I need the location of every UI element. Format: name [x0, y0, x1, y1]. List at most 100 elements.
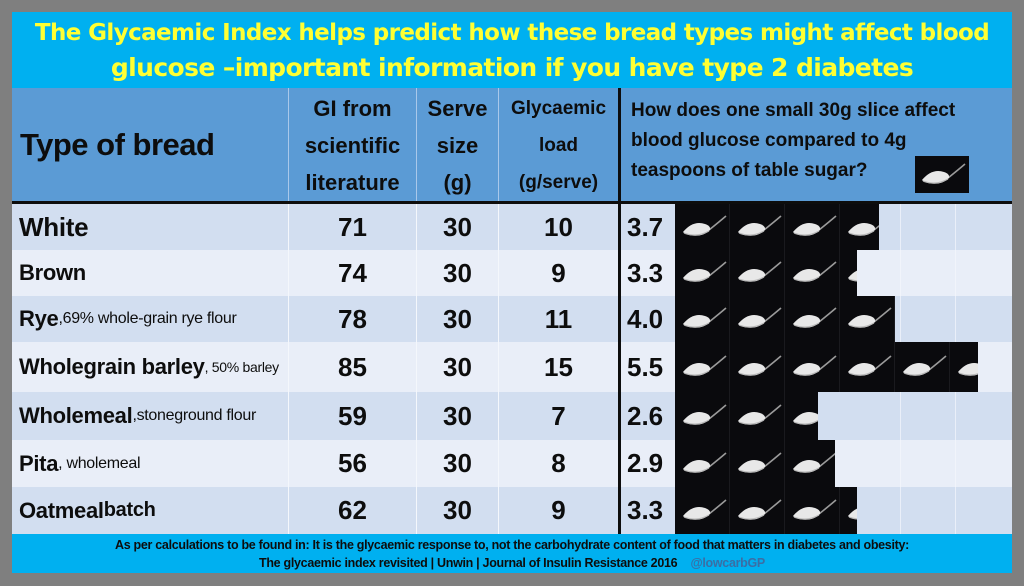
- table-row: Pita, wholemeal 56 30 8 2.9: [12, 440, 1012, 487]
- teaspoon-bar: [675, 487, 857, 534]
- teaspoon-bar: [675, 342, 978, 392]
- bread-detail: batch: [103, 499, 156, 521]
- header-serve-size: Serve size (g): [417, 88, 499, 201]
- gi-value: 78: [289, 296, 417, 342]
- header-gi-line: scientific: [304, 133, 401, 158]
- bread-name: Brown: [19, 260, 86, 285]
- bread-name: White: [19, 211, 89, 242]
- teaspoon-bar: [675, 392, 818, 440]
- table-body: White 71 30 10 3.7 Brown 74 30 9 3.3 Rye ,69% whol…: [12, 204, 1012, 534]
- teaspoon-equivalent-value: 4.0: [618, 296, 675, 342]
- footer-citation: As per calculations to be found in: It i…: [12, 534, 1012, 573]
- serve-size-value: 30: [417, 342, 499, 392]
- teaspoon-equivalent-value: 3.7: [618, 204, 675, 250]
- teaspoon-bar: [675, 250, 857, 296]
- grid-line: [900, 487, 901, 534]
- teaspoon-equivalent-value: 2.6: [618, 392, 675, 440]
- table-header: Type of bread GI from scientific literat…: [12, 88, 1012, 204]
- header-load-line: Glycaemic: [510, 98, 607, 119]
- grid-line: [900, 250, 901, 296]
- grid-line: [900, 440, 901, 487]
- table-row: Rye ,69% whole-grain rye flour 78 30 11 4.0: [12, 296, 1012, 342]
- table-row: Wholemeal ,stoneground flour 59 30 7 2.6: [12, 392, 1012, 440]
- teaspoon-sugar-icon: [675, 296, 730, 342]
- teaspoon-sugar-icon: [675, 342, 730, 392]
- bread-type: Wholegrain barley, 50% barley: [12, 342, 289, 392]
- bread-name: Wholemeal: [19, 403, 133, 428]
- glycaemic-load-value: 7: [551, 400, 566, 431]
- bread-detail: ,stoneground flour: [132, 407, 257, 424]
- glycaemic-load-value: 15: [544, 351, 573, 382]
- serve-size-value: 30: [417, 440, 499, 487]
- teaspoon-sugar-icon: [785, 250, 840, 296]
- grid-line: [900, 392, 901, 440]
- teaspoon-sugar-icon: [785, 487, 840, 534]
- gi-value: 56: [289, 440, 417, 487]
- teaspoon-sugar-icon: [785, 392, 818, 440]
- bread-name: Pita: [19, 450, 59, 476]
- serve-size-value: 30: [417, 296, 499, 342]
- header-load-line: (g/serve): [518, 172, 599, 193]
- bread-name: Wholegrain barley: [19, 354, 205, 379]
- teaspoon-equivalent-value: 3.3: [618, 250, 675, 296]
- bread-type: Pita, wholemeal: [12, 440, 289, 487]
- teaspoon-sugar-icon: [730, 250, 785, 296]
- grid-line: [955, 392, 956, 440]
- bread-type: Rye ,69% whole-grain rye flour: [12, 296, 289, 342]
- teaspoon-sugar-icon: [730, 487, 785, 534]
- glycaemic-load-value: 9: [551, 495, 566, 525]
- bread-detail: ,69% whole-grain rye flour: [58, 310, 237, 327]
- gi-value: 74: [289, 250, 417, 296]
- teaspoon-sugar-icon: [675, 250, 730, 296]
- glycaemic-load-value: 11: [544, 303, 573, 334]
- teaspoon-bar: [675, 440, 835, 487]
- grid-line: [900, 204, 901, 250]
- glycaemic-load-value: 8: [551, 448, 566, 478]
- header-glycaemic-load: Glycaemic load (g/serve): [499, 88, 618, 201]
- teaspoon-sugar-icon: [895, 342, 950, 392]
- header-gi: GI from scientific literature: [289, 88, 417, 201]
- title-line-1: The Glycaemic Index helps predict how th…: [34, 20, 990, 46]
- teaspoon-sugar-icon: [915, 156, 969, 193]
- header-teaspoon-question: How does one small 30g slice affect bloo…: [618, 88, 1012, 201]
- glycaemic-load-value: 10: [544, 211, 573, 242]
- teaspoon-sugar-icon: [675, 392, 730, 440]
- header-type-of-bread: Type of bread: [12, 88, 289, 201]
- teaspoon-sugar-icon: [785, 204, 840, 250]
- teaspoon-sugar-icon: [675, 487, 730, 534]
- header-serve-line: Serve: [427, 96, 488, 121]
- teaspoon-sugar-icon: [785, 296, 840, 342]
- serve-size-value: 30: [417, 487, 499, 534]
- serve-size-value: 30: [417, 204, 499, 250]
- teaspoon-equivalent-value: 3.3: [618, 487, 675, 534]
- teaspoon-sugar-icon: [950, 342, 978, 392]
- serve-size-value: 30: [417, 250, 499, 296]
- teaspoon-sugar-icon: [675, 204, 730, 250]
- teaspoon-sugar-icon: [840, 296, 895, 342]
- header-gi-line: literature: [305, 170, 400, 195]
- grid-line: [955, 487, 956, 534]
- teaspoon-sugar-icon: [840, 487, 857, 534]
- header-question-line: How does one small 30g slice affect: [631, 100, 956, 121]
- teaspoon-sugar-icon: [730, 440, 785, 487]
- teaspoon-equivalent-value: 5.5: [618, 342, 675, 392]
- gi-value: 85: [289, 342, 417, 392]
- teaspoon-sugar-icon: [785, 342, 840, 392]
- footer-line-2: The glycaemic index revisited | Unwin | …: [12, 554, 1012, 572]
- teaspoon-equivalent-value: 2.9: [618, 440, 675, 487]
- grid-line: [955, 250, 956, 296]
- twitter-handle[interactable]: @lowcarbGP: [690, 556, 765, 570]
- header-serve-line: (g): [443, 170, 472, 195]
- grid-line: [955, 296, 956, 342]
- teaspoon-sugar-icon: [675, 440, 730, 487]
- bread-type: Wholemeal ,stoneground flour: [12, 392, 289, 440]
- glycaemic-load-value: 9: [551, 257, 566, 288]
- bread-detail: , wholemeal: [58, 454, 141, 472]
- teaspoon-sugar-icon: [840, 204, 879, 250]
- title-banner: The Glycaemic Index helps predict how th…: [12, 12, 1012, 88]
- bread-type: White: [12, 204, 289, 250]
- gi-value: 71: [289, 204, 417, 250]
- gi-value: 59: [289, 392, 417, 440]
- teaspoon-sugar-icon: [840, 342, 895, 392]
- bread-type: Brown: [12, 250, 289, 296]
